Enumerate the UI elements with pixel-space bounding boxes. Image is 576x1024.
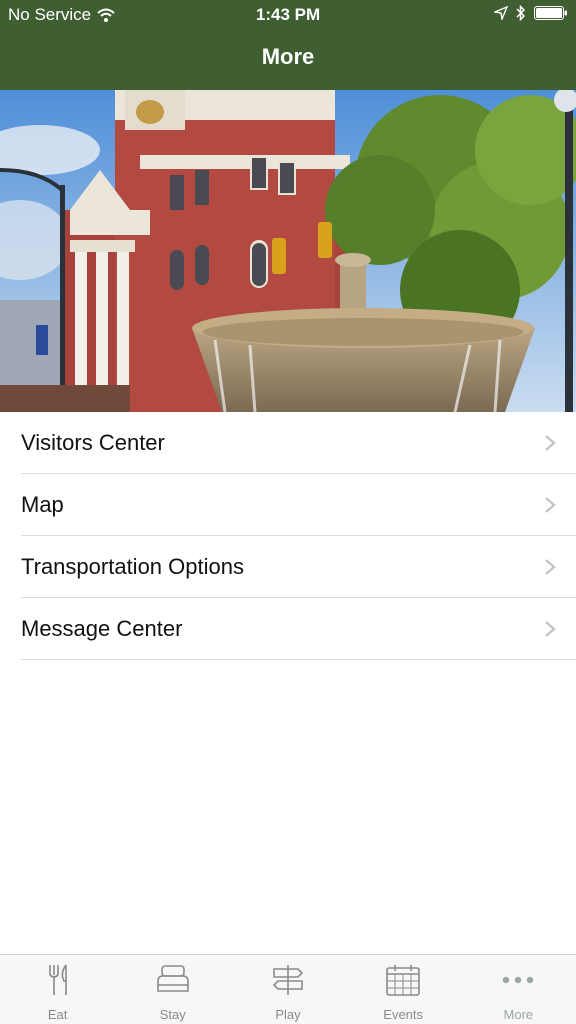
status-right bbox=[494, 5, 568, 21]
menu-item-label: Message Center bbox=[21, 616, 183, 641]
tab-events[interactable]: Events bbox=[346, 955, 461, 1024]
nav-header: No Service 1:43 PM More bbox=[0, 0, 576, 90]
menu-item-visitors-center[interactable]: Visitors Center bbox=[0, 412, 576, 474]
chevron-right-icon bbox=[545, 435, 556, 451]
bed-icon bbox=[156, 965, 189, 992]
courthouse-fountain-illustration bbox=[0, 90, 576, 412]
signpost-icon bbox=[272, 965, 304, 995]
menu-item-label: Visitors Center bbox=[21, 430, 165, 455]
status-time: 1:43 PM bbox=[255, 5, 321, 24]
tab-more[interactable]: More bbox=[461, 955, 576, 1024]
calendar-icon bbox=[386, 965, 420, 996]
bluetooth-icon bbox=[516, 5, 526, 21]
menu-item-label: Transportation Options bbox=[21, 554, 244, 579]
tab-bar: Eat Stay Play Events More bbox=[0, 954, 576, 1024]
tab-label: Eat bbox=[47, 1007, 68, 1022]
fork-knife-icon bbox=[48, 964, 67, 995]
location-arrow-icon bbox=[494, 6, 508, 20]
chevron-right-icon bbox=[545, 621, 556, 637]
chevron-right-icon bbox=[545, 559, 556, 575]
chevron-right-icon bbox=[545, 497, 556, 513]
page-title: More bbox=[261, 44, 315, 69]
tab-label: Play bbox=[275, 1007, 301, 1022]
hero-image bbox=[0, 90, 576, 412]
menu-item-message-center[interactable]: Message Center bbox=[0, 598, 576, 660]
tab-label: Events bbox=[383, 1007, 424, 1022]
menu-item-label: Map bbox=[21, 492, 64, 517]
battery-icon bbox=[534, 6, 567, 20]
tab-label: More bbox=[503, 1007, 534, 1022]
tab-eat[interactable]: Eat bbox=[0, 955, 115, 1024]
tab-label: Stay bbox=[159, 1007, 186, 1022]
more-dots-icon bbox=[503, 976, 534, 984]
tab-stay[interactable]: Stay bbox=[115, 955, 230, 1024]
menu-item-map[interactable]: Map bbox=[0, 474, 576, 536]
tab-play[interactable]: Play bbox=[230, 955, 345, 1024]
menu-item-transportation-options[interactable]: Transportation Options bbox=[0, 536, 576, 598]
more-menu-list: Visitors Center Map Transportation Optio… bbox=[0, 412, 576, 660]
status-bar: No Service 1:43 PM bbox=[0, 0, 576, 30]
